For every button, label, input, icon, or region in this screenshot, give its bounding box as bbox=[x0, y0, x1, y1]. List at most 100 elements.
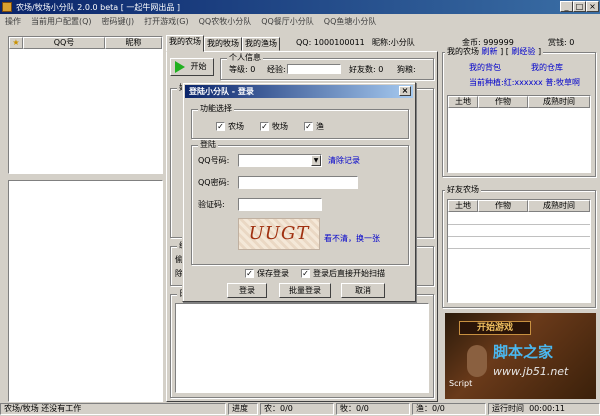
play-icon bbox=[175, 61, 185, 73]
friend-crop-column-header[interactable]: 作物 bbox=[478, 200, 528, 212]
friend-farm-group: 好友农场 土地 作物 成熟时间 bbox=[442, 185, 596, 308]
personal-info-legend: 个人信息 bbox=[227, 53, 263, 63]
tab-my-pasture[interactable]: 我的牧场 bbox=[204, 37, 242, 51]
status-bar: 农场/牧场 还没有工作 进度 农：0/0 牧：0/0 渔：0/0 运行时间 00… bbox=[0, 402, 600, 416]
pasture-checkbox[interactable]: ✓ bbox=[260, 122, 269, 131]
table-row bbox=[448, 248, 590, 249]
ad-url: www.jb51.net bbox=[493, 365, 569, 378]
exp-label: 经验: bbox=[267, 65, 286, 74]
close-button[interactable]: × bbox=[586, 1, 599, 12]
dialog-title: 登陆小分队 - 登录 bbox=[189, 87, 254, 96]
nickname-column-header[interactable]: 昵称 bbox=[105, 37, 162, 49]
backpack-link[interactable]: 我的背包 bbox=[469, 63, 501, 73]
menu-item-open-game[interactable]: 打开游戏(G) bbox=[139, 16, 193, 27]
login-group: 登陆 QQ号码: ▼ 清除记录 QQ密码: 验证码: UUGT 看不清，换一张 bbox=[191, 140, 409, 265]
menu-item-fishpond-team[interactable]: QQ鱼塘小分队 bbox=[319, 16, 382, 27]
menu-item-restaurant-team[interactable]: QQ餐厅小分队 bbox=[256, 16, 319, 27]
level-label: 等级: 0 bbox=[229, 65, 256, 74]
my-farm-group: 我的农场 刷新 ] [ 刷经验 ] 我的背包 我的仓库 当前种植:红:xxxxx… bbox=[442, 47, 596, 177]
menu-item-user-config[interactable]: 当前用户配置(Q) bbox=[26, 16, 97, 27]
exp-progress-bar bbox=[287, 64, 341, 74]
function-select-group: 功能选择 ✓ 农场 ✓ 牧场 ✓ 渔 bbox=[191, 104, 409, 139]
tab-my-farm[interactable]: 我的农场 bbox=[166, 35, 204, 52]
star-icon: ★ bbox=[12, 38, 20, 47]
chevron-down-icon[interactable]: ▼ bbox=[311, 155, 321, 166]
friend-mature-column-header[interactable]: 成熟时间 bbox=[528, 200, 590, 212]
friend-count: 好友数: 0 bbox=[349, 65, 384, 74]
batch-login-button[interactable]: 批量登录 bbox=[279, 283, 331, 298]
auto-scan-checkbox[interactable]: ✓ bbox=[301, 269, 310, 278]
captcha-refresh-link[interactable]: 看不清，换一张 bbox=[324, 234, 380, 244]
status-farm-progress: 农：0/0 bbox=[260, 403, 334, 415]
tab-my-fishery[interactable]: 我的渔场 bbox=[242, 37, 280, 51]
status-runtime: 运行时间 00:00:11 bbox=[488, 403, 600, 415]
star-column-header[interactable]: ★ bbox=[9, 37, 23, 49]
table-row bbox=[448, 236, 590, 237]
ad-game-banner: 开始游戏 bbox=[459, 321, 531, 335]
secondary-list[interactable] bbox=[8, 180, 163, 402]
status-mode: 农场/牧场 还没有工作 bbox=[0, 403, 226, 415]
farm-checkbox[interactable]: ✓ bbox=[216, 122, 225, 131]
qq-password-field[interactable] bbox=[238, 176, 358, 189]
ad-site-name: 脚本之家 bbox=[493, 343, 554, 361]
login-dialog: 登陆小分队 - 登录 × 功能选择 ✓ 农场 ✓ 牧场 ✓ 渔 登陆 QQ号码:… bbox=[182, 82, 416, 302]
account-reward: 赏钱: 0 bbox=[548, 38, 575, 47]
refresh-link[interactable]: 刷新 bbox=[482, 47, 498, 56]
captcha-label: 验证码: bbox=[198, 200, 225, 209]
fish-label: 渔 bbox=[316, 122, 324, 131]
ad-badge: Script bbox=[449, 379, 473, 388]
minimize-button[interactable]: _ bbox=[560, 1, 573, 12]
crop-column-header[interactable]: 作物 bbox=[478, 96, 528, 108]
account-qq: QQ: 1000100011 bbox=[296, 38, 365, 47]
dialog-close-button[interactable]: × bbox=[399, 86, 411, 96]
status-progress-label: 进度 bbox=[228, 403, 258, 415]
land-column-header[interactable]: 土地 bbox=[448, 96, 478, 108]
app-icon bbox=[2, 2, 12, 12]
menu-item-farm-team[interactable]: QQ农牧小分队 bbox=[194, 16, 257, 27]
seed-status: 当前种植:红:xxxxxx 普:牧草啊 bbox=[469, 78, 581, 87]
qq-password-label: QQ密码: bbox=[198, 178, 230, 187]
qq-number-select[interactable]: ▼ bbox=[238, 154, 322, 167]
friend-farm-table[interactable]: 土地 作物 成熟时间 bbox=[447, 199, 591, 303]
save-login-checkbox[interactable]: ✓ bbox=[245, 269, 254, 278]
ad-banner[interactable]: 开始游戏 脚本之家 www.jb51.net Script bbox=[445, 313, 596, 399]
cancel-button[interactable]: 取消 bbox=[341, 283, 385, 298]
table-row bbox=[448, 224, 590, 225]
brush-exp-link[interactable]: 刷经验 bbox=[511, 47, 535, 56]
farm-label: 农场 bbox=[228, 122, 244, 131]
friend-list[interactable]: ★ QQ号 昵称 bbox=[8, 36, 163, 174]
fish-checkbox[interactable]: ✓ bbox=[304, 122, 313, 131]
start-button[interactable]: 开始 bbox=[170, 58, 214, 76]
function-select-legend: 功能选择 bbox=[198, 104, 234, 114]
captcha-image[interactable]: UUGT bbox=[238, 218, 320, 250]
auto-scan-label: 登录后直接开始扫描 bbox=[313, 269, 385, 278]
qq-number-label: QQ号码: bbox=[198, 156, 230, 165]
dialog-title-bar: 登陆小分队 - 登录 × bbox=[185, 85, 413, 98]
dog-food-label: 狗粮: bbox=[397, 65, 416, 74]
warehouse-link[interactable]: 我的仓库 bbox=[531, 63, 563, 73]
captcha-field[interactable] bbox=[238, 198, 322, 211]
status-pasture-progress: 牧：0/0 bbox=[336, 403, 410, 415]
login-button[interactable]: 登录 bbox=[227, 283, 267, 298]
maximize-button[interactable]: □ bbox=[573, 1, 586, 12]
login-legend: 登陆 bbox=[198, 140, 218, 150]
personal-info-group: 个人信息 等级: 0 经验: 好友数: 0 狗粮: bbox=[220, 53, 434, 80]
save-login-label: 保存登录 bbox=[257, 269, 289, 278]
account-nickname: 昵称:小分队 bbox=[372, 38, 415, 47]
mature-time-column-header[interactable]: 成熟时间 bbox=[528, 96, 590, 108]
pasture-label: 牧场 bbox=[272, 122, 288, 131]
qq-column-header[interactable]: QQ号 bbox=[23, 37, 105, 49]
friend-farm-title: 好友农场 bbox=[445, 185, 481, 195]
menu-item-operate[interactable]: 操作 bbox=[0, 16, 26, 27]
menu-bar: 操作 当前用户配置(Q) 密码键(J) 打开游戏(G) QQ农牧小分队 QQ餐厅… bbox=[0, 14, 600, 28]
log-area[interactable] bbox=[175, 303, 429, 393]
my-farm-table[interactable]: 土地 作物 成熟时间 bbox=[447, 95, 591, 173]
log-group: 日 bbox=[170, 289, 434, 398]
friend-land-column-header[interactable]: 土地 bbox=[448, 200, 478, 212]
my-farm-title: 我的农场 bbox=[447, 47, 479, 56]
menu-item-password[interactable]: 密码键(J) bbox=[97, 16, 140, 27]
status-fish-progress: 渔：0/0 bbox=[412, 403, 486, 415]
ad-logo-icon bbox=[467, 345, 487, 377]
clear-records-link[interactable]: 清除记录 bbox=[328, 156, 360, 166]
window-title-bar: 农场/牧场小分队 2.0.0 beta [ 一起牛网出品 ] _ □ × bbox=[0, 0, 600, 14]
